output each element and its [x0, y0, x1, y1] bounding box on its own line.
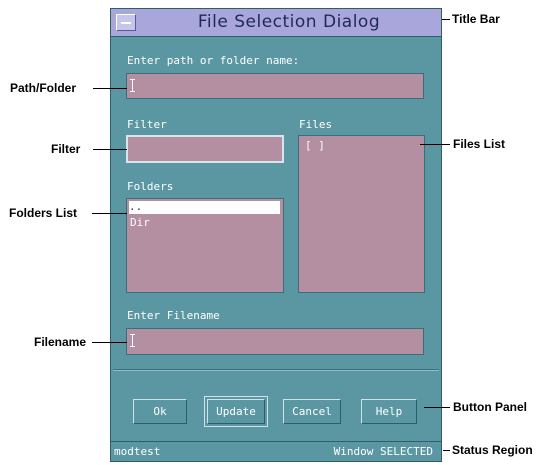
status-region-callout: Status Region: [452, 443, 533, 457]
title-bar[interactable]: File Selection Dialog: [111, 9, 441, 37]
filter-leader-line: [93, 149, 127, 150]
files-list-leader-line: [420, 144, 450, 145]
filter-input[interactable]: [126, 135, 284, 163]
dialog-title: File Selection Dialog: [197, 12, 381, 32]
folders-list-item-parent[interactable]: ..: [129, 201, 280, 214]
file-selection-dialog: File Selection Dialog Enter path or fold…: [110, 8, 442, 462]
status-left-text: modtest: [114, 445, 161, 458]
files-list[interactable]: [ ]: [298, 135, 425, 293]
update-button[interactable]: Update: [204, 396, 268, 427]
filename-leader-line: [92, 342, 127, 343]
files-label: Files: [299, 118, 333, 131]
path-folder-callout: Path/Folder: [10, 81, 77, 95]
title-bar-leader-line: [442, 19, 450, 20]
window-menu-icon: [121, 22, 131, 24]
button-panel-leader-line: [424, 407, 450, 408]
window-menu-button[interactable]: [116, 14, 136, 31]
text-cursor-icon: [130, 334, 136, 347]
status-right-text: Window SELECTED: [333, 445, 433, 458]
status-region-leader-line: [443, 450, 450, 451]
filter-label: Filter: [127, 118, 167, 131]
files-list-item[interactable]: [ ]: [305, 139, 325, 152]
folders-list-item-dir[interactable]: Dir: [130, 216, 150, 229]
cancel-button[interactable]: Cancel: [283, 399, 341, 424]
button-panel-separator: [113, 369, 439, 371]
folders-list-callout: Folders List: [9, 206, 78, 220]
folders-label: Folders: [127, 180, 174, 193]
text-cursor-icon: [130, 79, 136, 92]
path-folder-input[interactable]: [126, 73, 424, 99]
filter-callout: Filter: [51, 142, 81, 156]
title-bar-callout: Title Bar: [452, 12, 500, 26]
path-label: Enter path or folder name:: [127, 54, 300, 67]
filename-input[interactable]: [126, 328, 424, 355]
path-folder-leader-line: [93, 88, 127, 89]
help-button[interactable]: Help: [361, 399, 417, 424]
ok-button[interactable]: Ok: [133, 399, 187, 424]
filename-callout: Filename: [34, 335, 87, 349]
folders-list[interactable]: .. Dir: [126, 198, 284, 293]
status-region: modtest Window SELECTED: [111, 441, 441, 461]
button-panel-callout: Button Panel: [453, 400, 527, 414]
files-list-callout: Files List: [453, 137, 506, 151]
filename-label: Enter Filename: [127, 309, 220, 322]
folders-list-leader-line: [92, 213, 127, 214]
